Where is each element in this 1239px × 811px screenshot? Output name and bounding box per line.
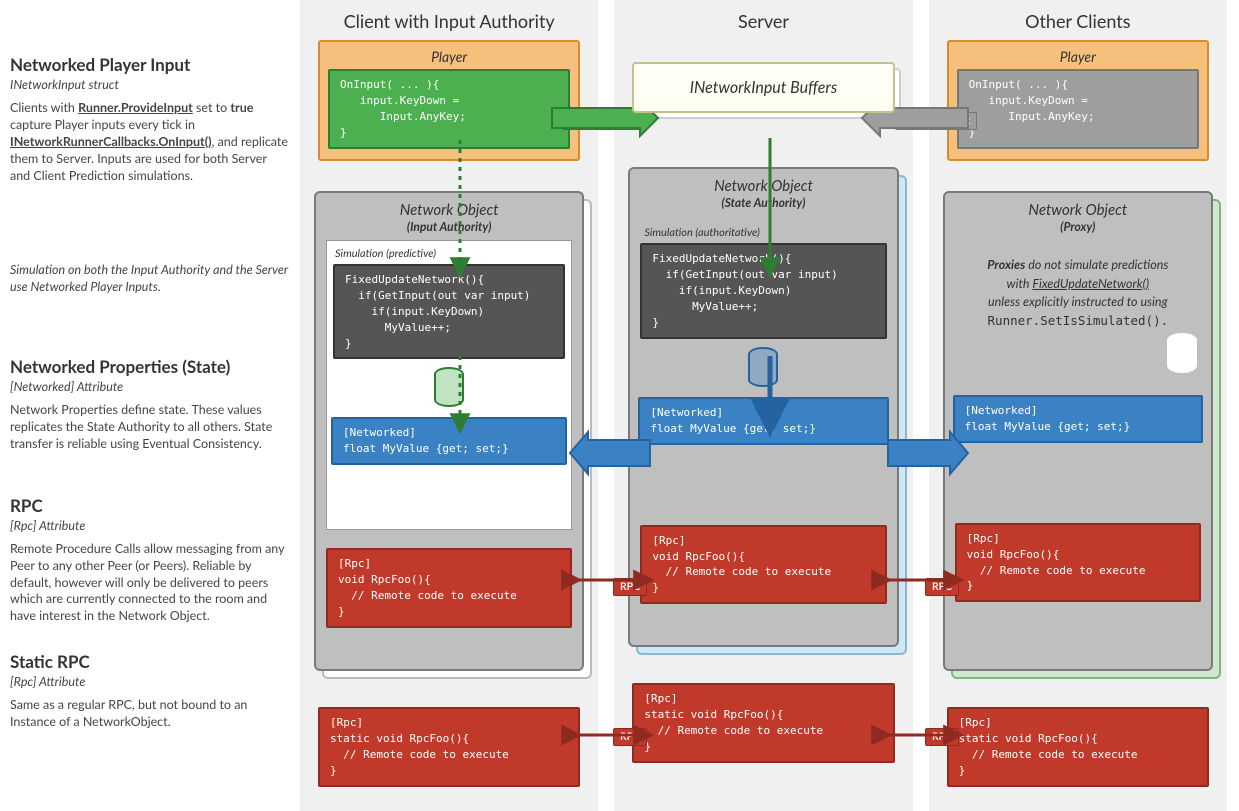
code-fixed-client: FixedUpdateNetwork(){ if(GetInput(out va… bbox=[333, 264, 565, 360]
column-header-other: Other Clients bbox=[929, 0, 1227, 40]
body-rpc: Remote Procedure Calls allow messaging f… bbox=[10, 541, 288, 625]
code-fixed-server: FixedUpdateNetwork(){ if(GetInput(out va… bbox=[640, 243, 886, 339]
proxy-note: Proxies do not simulate predictions with… bbox=[955, 240, 1201, 337]
cylinder-client-icon bbox=[434, 367, 464, 407]
code-rpc-server: [Rpc] void RpcFoo(){ // Remote code to e… bbox=[640, 525, 886, 605]
column-header-server: Server bbox=[614, 0, 912, 40]
cylinder-server-icon bbox=[748, 347, 778, 387]
arrow-label-rpc-right-2: RPC bbox=[925, 728, 959, 746]
simulation-box-client: Simulation (predictive) FixedUpdateNetwo… bbox=[326, 240, 572, 531]
netobj-sub-client: (Input Authority) bbox=[326, 219, 572, 234]
sidebar: Networked Player Input INetworkInput str… bbox=[0, 0, 300, 811]
body-static-rpc: Same as a regular RPC, but not bound to … bbox=[10, 697, 288, 731]
column-client: Client with Input Authority Player OnInp… bbox=[300, 0, 598, 811]
code-oninput-other: OnInput( ... ){ input.KeyDown = Input.An… bbox=[957, 69, 1199, 149]
netobj-sub-server: (State Authority) bbox=[640, 195, 886, 210]
heading-rpc: RPC bbox=[10, 495, 288, 516]
subtitle-static-rpc: [Rpc] Attribute bbox=[10, 674, 288, 689]
heading-static-rpc: Static RPC bbox=[10, 651, 288, 672]
section-sim-note: Simulation on both the Input Authority a… bbox=[10, 262, 288, 296]
section-networked-input: Networked Player Input INetworkInput str… bbox=[10, 54, 288, 184]
player-box-other: Player OnInput( ... ){ input.KeyDown = I… bbox=[947, 40, 1209, 161]
netobj-title-client: Network Object bbox=[326, 201, 572, 219]
cylinder-other-icon bbox=[1167, 333, 1197, 373]
network-object-other: Network Object (Proxy) Proxies do not si… bbox=[943, 191, 1213, 671]
heading-networked-input: Networked Player Input bbox=[10, 54, 288, 75]
subtitle-networked-input: INetworkInput struct bbox=[10, 77, 288, 92]
sim-note: Simulation on both the Input Authority a… bbox=[10, 262, 288, 296]
code-static-rpc-other: [Rpc] static void RpcFoo(){ // Remote co… bbox=[947, 707, 1209, 787]
column-header-client: Client with Input Authority bbox=[300, 0, 598, 40]
input-buffers: INetworkInput Buffers bbox=[632, 62, 894, 113]
code-oninput-client: OnInput( ... ){ input.KeyDown = Input.An… bbox=[328, 69, 570, 149]
body-state: Network Properties define state. These v… bbox=[10, 402, 288, 453]
buffers-label: INetworkInput Buffers bbox=[632, 62, 894, 113]
section-state: Networked Properties (State) [Networked]… bbox=[10, 356, 288, 453]
code-state-client: [Networked] float MyValue {get; set;} bbox=[331, 417, 567, 465]
arrow-label-rpc-right-1: RPC bbox=[925, 578, 959, 596]
subtitle-rpc: [Rpc] Attribute bbox=[10, 518, 288, 533]
section-static-rpc: Static RPC [Rpc] Attribute Same as a reg… bbox=[10, 651, 288, 731]
arrow-label-rpc-left-1: RPC bbox=[613, 578, 647, 596]
arrow-label-inetinput-right: INetworkInput bbox=[895, 112, 977, 130]
network-object-server: Network Object (State Authority) Simulat… bbox=[628, 167, 898, 647]
netobj-sub-other: (Proxy) bbox=[955, 219, 1201, 234]
arrow-label-inetinput-left: INetworkInput bbox=[562, 112, 644, 130]
subtitle-state: [Networked] Attribute bbox=[10, 379, 288, 394]
netobj-title-other: Network Object bbox=[955, 201, 1201, 219]
arrow-label-rpc-left-2: RPC bbox=[613, 728, 647, 746]
heading-state: Networked Properties (State) bbox=[10, 356, 288, 377]
code-static-rpc-server: [Rpc] static void RpcFoo(){ // Remote co… bbox=[632, 683, 894, 763]
player-label-other: Player bbox=[957, 48, 1199, 65]
body-networked-input: Clients with Runner.ProvideInput set to … bbox=[10, 100, 288, 184]
sim-label-client: Simulation (predictive) bbox=[335, 247, 565, 260]
diagram-grid: Client with Input Authority Player OnInp… bbox=[300, 0, 1239, 811]
arrow-label-state-right: State bbox=[922, 447, 960, 465]
code-rpc-other: [Rpc] void RpcFoo(){ // Remote code to e… bbox=[955, 523, 1201, 603]
network-object-client: Network Object (Input Authority) Simulat… bbox=[314, 191, 584, 671]
player-box-client: Player OnInput( ... ){ input.KeyDown = I… bbox=[318, 40, 580, 161]
column-server: Server INetworkInput Buffers Network Obj… bbox=[614, 0, 912, 811]
sim-label-server: Simulation (authoritative) bbox=[644, 226, 886, 239]
code-state-server: [Networked] float MyValue {get; set;} bbox=[638, 397, 888, 445]
player-label-client: Player bbox=[328, 48, 570, 65]
code-static-rpc-client: [Rpc] static void RpcFoo(){ // Remote co… bbox=[318, 707, 580, 787]
section-rpc: RPC [Rpc] Attribute Remote Procedure Cal… bbox=[10, 495, 288, 625]
code-rpc-client: [Rpc] void RpcFoo(){ // Remote code to e… bbox=[326, 548, 572, 628]
code-state-other: [Networked] float MyValue {get; set;} bbox=[953, 395, 1203, 443]
netobj-title-server: Network Object bbox=[640, 177, 886, 195]
arrow-label-state-left: State bbox=[610, 447, 648, 465]
